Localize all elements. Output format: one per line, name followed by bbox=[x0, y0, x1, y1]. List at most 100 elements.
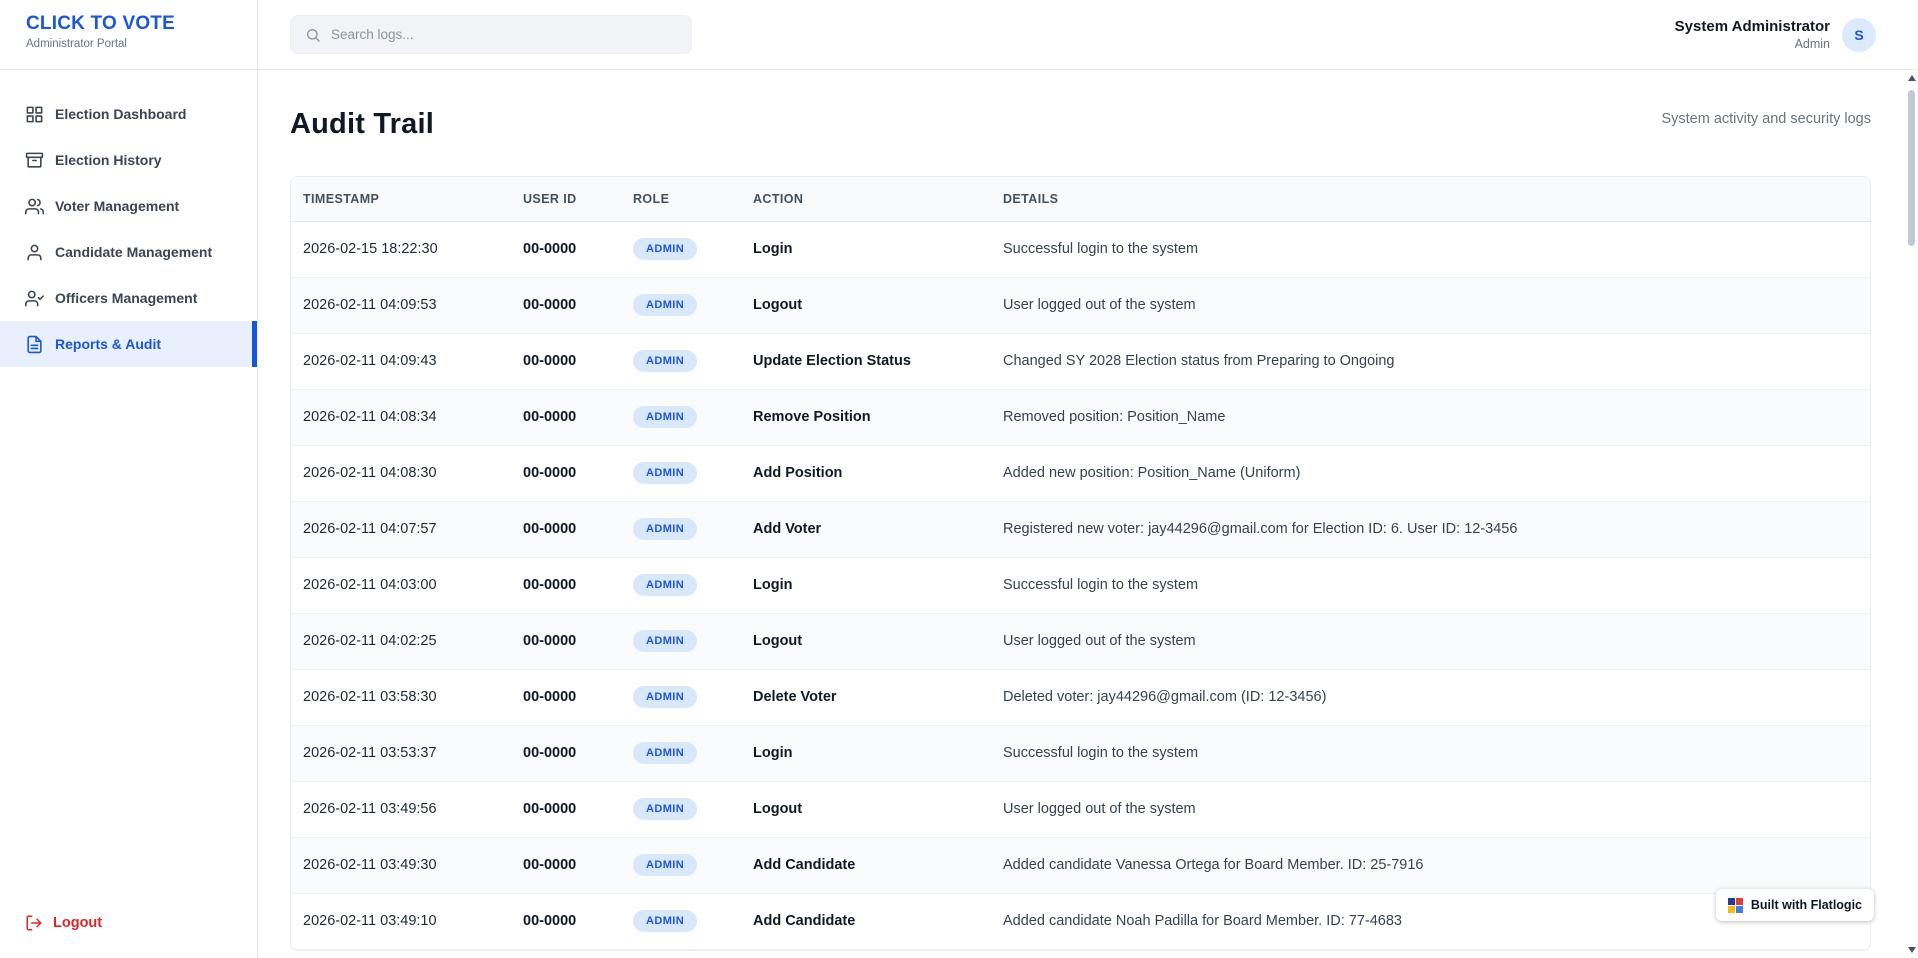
app-root: CLICK TO VOTE Administrator Portal Elect… bbox=[0, 0, 1918, 958]
cell-user-id: 00-0000 bbox=[511, 725, 621, 781]
avatar[interactable]: S bbox=[1842, 18, 1876, 52]
sidebar-item-election-history[interactable]: Election History bbox=[0, 137, 257, 183]
sidebar-item-label: Reports & Audit bbox=[55, 336, 161, 352]
cell-action: Add Candidate bbox=[741, 837, 991, 893]
cell-role: ADMIN bbox=[621, 837, 741, 893]
cell-timestamp: 2026-02-11 04:08:34 bbox=[291, 389, 511, 445]
role-badge: ADMIN bbox=[633, 630, 697, 652]
ballot-box-icon bbox=[25, 151, 44, 170]
content: Audit Trail System activity and security… bbox=[258, 70, 1918, 958]
dashboard-grid-icon bbox=[25, 105, 44, 124]
sidebar: CLICK TO VOTE Administrator Portal Elect… bbox=[0, 0, 258, 958]
table-row: 2026-02-15 18:22:30 00-0000 ADMIN Login … bbox=[291, 221, 1870, 277]
cell-action: Add Voter bbox=[741, 501, 991, 557]
cell-details: Removed position: Position_Name bbox=[991, 389, 1870, 445]
table-row: 2026-02-11 03:58:30 00-0000 ADMIN Delete… bbox=[291, 669, 1870, 725]
cell-user-id: 00-0000 bbox=[511, 613, 621, 669]
scrollbar-thumb[interactable] bbox=[1908, 90, 1915, 246]
sidebar-item-officers-management[interactable]: Officers Management bbox=[0, 275, 257, 321]
cell-details: Changed SY 2028 Election status from Pre… bbox=[991, 333, 1870, 389]
cell-user-id: 00-0000 bbox=[511, 333, 621, 389]
sidebar-item-election-dashboard[interactable]: Election Dashboard bbox=[0, 91, 257, 137]
brand-subtitle: Administrator Portal bbox=[26, 38, 257, 50]
page-title: Audit Trail bbox=[290, 106, 434, 142]
search-icon bbox=[305, 27, 321, 43]
cell-role: ADMIN bbox=[621, 333, 741, 389]
sidebar-item-label: Candidate Management bbox=[55, 244, 212, 260]
user-role: Admin bbox=[1675, 37, 1830, 51]
cell-details: Deleted voter: jay44296@gmail.com (ID: 1… bbox=[991, 669, 1870, 725]
cell-details: Registered new voter: jay44296@gmail.com… bbox=[991, 501, 1870, 557]
cell-action: Logout bbox=[741, 277, 991, 333]
table-row: 2026-02-11 04:02:25 00-0000 ADMIN Logout… bbox=[291, 613, 1870, 669]
cell-details: Added new position: Position_Name (Unifo… bbox=[991, 445, 1870, 501]
sidebar-item-label: Election Dashboard bbox=[55, 106, 186, 122]
cell-role: ADMIN bbox=[621, 893, 741, 949]
audit-table: TIMESTAMP USER ID ROLE ACTION DETAILS 20… bbox=[290, 176, 1871, 951]
cell-role: ADMIN bbox=[621, 613, 741, 669]
cell-timestamp: 2026-02-11 03:53:37 bbox=[291, 725, 511, 781]
brand-title: CLICK TO VOTE bbox=[26, 13, 257, 35]
search-box bbox=[290, 15, 692, 54]
cell-user-id: 00-0000 bbox=[511, 557, 621, 613]
cell-timestamp: 2026-02-11 04:08:30 bbox=[291, 445, 511, 501]
cell-user-id: 00-0000 bbox=[511, 837, 621, 893]
sidebar-item-label: Officers Management bbox=[55, 290, 197, 306]
cell-user-id: 00-0000 bbox=[511, 277, 621, 333]
role-badge: ADMIN bbox=[633, 854, 697, 876]
built-with-flatlogic-badge[interactable]: Built with Flatlogic bbox=[1716, 889, 1874, 921]
logout-button[interactable]: Logout bbox=[25, 914, 102, 932]
sidebar-footer: Logout bbox=[0, 914, 257, 958]
sidebar-item-reports-audit[interactable]: Reports & Audit bbox=[0, 321, 257, 367]
sidebar-item-label: Voter Management bbox=[55, 198, 179, 214]
topbar: System Administrator Admin S bbox=[258, 0, 1918, 70]
cell-action: Login bbox=[741, 725, 991, 781]
table-header-row: TIMESTAMP USER ID ROLE ACTION DETAILS bbox=[291, 177, 1870, 221]
table-row: 2026-02-11 04:03:00 00-0000 ADMIN Login … bbox=[291, 557, 1870, 613]
table-row: 2026-02-11 04:08:30 00-0000 ADMIN Add Po… bbox=[291, 445, 1870, 501]
cell-action: Login bbox=[741, 557, 991, 613]
table-row: 2026-02-11 03:53:37 00-0000 ADMIN Login … bbox=[291, 725, 1870, 781]
role-badge: ADMIN bbox=[633, 350, 697, 372]
flatlogic-logo-icon bbox=[1728, 898, 1743, 913]
cell-timestamp: 2026-02-11 04:07:57 bbox=[291, 501, 511, 557]
cell-role: ADMIN bbox=[621, 557, 741, 613]
vertical-scrollbar bbox=[1905, 70, 1918, 958]
cell-action: Add Position bbox=[741, 445, 991, 501]
sidebar-nav: Election Dashboard Election History Vote… bbox=[0, 70, 257, 914]
table-row: 2026-02-11 04:08:34 00-0000 ADMIN Remove… bbox=[291, 389, 1870, 445]
role-badge: ADMIN bbox=[633, 798, 697, 820]
cell-role: ADMIN bbox=[621, 669, 741, 725]
cell-role: ADMIN bbox=[621, 781, 741, 837]
cell-role: ADMIN bbox=[621, 221, 741, 277]
cell-timestamp: 2026-02-11 03:49:10 bbox=[291, 893, 511, 949]
role-badge: ADMIN bbox=[633, 238, 697, 260]
header-timestamp: TIMESTAMP bbox=[291, 177, 511, 221]
cell-details: Successful login to the system bbox=[991, 221, 1870, 277]
search-input[interactable] bbox=[331, 27, 677, 42]
role-badge: ADMIN bbox=[633, 686, 697, 708]
sidebar-item-voter-management[interactable]: Voter Management bbox=[0, 183, 257, 229]
cell-role: ADMIN bbox=[621, 389, 741, 445]
cell-action: Update Election Status bbox=[741, 333, 991, 389]
cell-timestamp: 2026-02-15 18:22:30 bbox=[291, 221, 511, 277]
cell-timestamp: 2026-02-11 04:03:00 bbox=[291, 557, 511, 613]
user-text: System Administrator Admin bbox=[1675, 18, 1830, 51]
sidebar-item-candidate-management[interactable]: Candidate Management bbox=[0, 229, 257, 275]
scroll-down-arrow-icon[interactable] bbox=[1908, 947, 1916, 953]
cell-action: Logout bbox=[741, 781, 991, 837]
cell-details: Added candidate Vanessa Ortega for Board… bbox=[991, 837, 1870, 893]
cell-role: ADMIN bbox=[621, 445, 741, 501]
flatlogic-badge-label: Built with Flatlogic bbox=[1751, 898, 1862, 912]
cell-action: Login bbox=[741, 221, 991, 277]
role-badge: ADMIN bbox=[633, 742, 697, 764]
users-icon bbox=[25, 197, 44, 216]
page-subtitle: System activity and security logs bbox=[1661, 111, 1871, 127]
table-row: 2026-02-11 03:49:56 00-0000 ADMIN Logout… bbox=[291, 781, 1870, 837]
scroll-up-arrow-icon[interactable] bbox=[1908, 75, 1916, 81]
table-row: 2026-02-11 04:09:43 00-0000 ADMIN Update… bbox=[291, 333, 1870, 389]
cell-role: ADMIN bbox=[621, 277, 741, 333]
cell-user-id: 00-0000 bbox=[511, 893, 621, 949]
table-row: 2026-02-11 04:07:57 00-0000 ADMIN Add Vo… bbox=[291, 501, 1870, 557]
sidebar-item-label: Election History bbox=[55, 152, 162, 168]
